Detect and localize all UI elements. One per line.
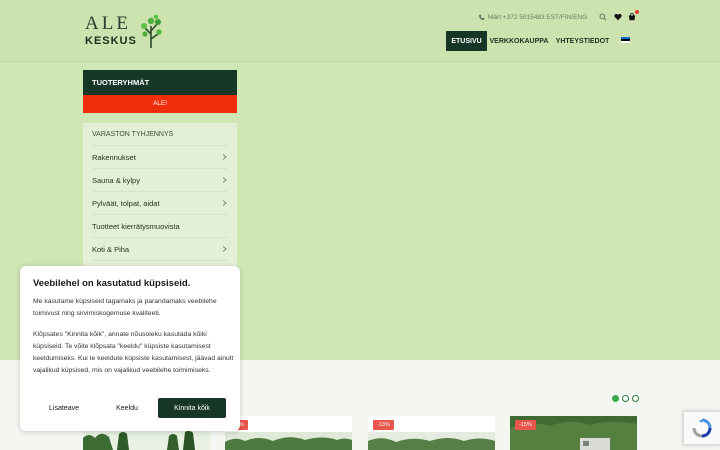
- carousel-dot[interactable]: [622, 395, 629, 402]
- nav-yhteystiedot[interactable]: YHTEYSTIEDOT: [555, 31, 610, 51]
- discount-badge: -15%: [515, 420, 536, 430]
- cookie-accept-all-button[interactable]: Kinnita kõik: [158, 398, 226, 418]
- carousel-dot[interactable]: [632, 395, 639, 402]
- search-icon[interactable]: [598, 12, 608, 22]
- chevron-right-icon: [220, 199, 228, 207]
- product-groups-heading: TUOTERYHMÄT: [83, 70, 237, 95]
- category-item-sauna-kylpy[interactable]: Sauna & kylpy: [92, 169, 228, 192]
- category-label: Tuotteet kierrätysmuovista: [92, 221, 180, 231]
- contact-info[interactable]: Märt +372 5015483 EST/FIN/ENG: [478, 14, 587, 21]
- chevron-right-icon: [220, 245, 228, 253]
- category-label: VARASTON TYHJENNYS: [92, 130, 174, 138]
- nav-etusivu[interactable]: ETUSIVU: [446, 31, 487, 51]
- chevron-right-icon: [220, 153, 228, 161]
- cookie-decline-button[interactable]: Keeldu: [96, 398, 158, 418]
- logo-text-bottom: KESKUS: [85, 35, 137, 47]
- category-label: Koti & Piha: [92, 244, 130, 254]
- heart-icon[interactable]: [613, 12, 623, 22]
- cookie-more-info-button[interactable]: Lisateave: [33, 398, 95, 418]
- cookie-consent-dialog: Veebilehel on kasutatud küpsiseid. Me ka…: [20, 266, 240, 431]
- category-item-pylvaat[interactable]: Pylväät, tolpat, aidat: [92, 192, 228, 215]
- estonia-flag-icon[interactable]: [621, 37, 630, 43]
- product-card[interactable]: -15%: [510, 416, 637, 450]
- cookie-title: Veebilehel on kasutatud küpsiseid.: [33, 278, 191, 289]
- carousel-dot[interactable]: [612, 395, 619, 402]
- product-card[interactable]: -13%: [368, 416, 495, 450]
- recaptcha-badge[interactable]: [683, 411, 720, 445]
- category-item-rakennukset[interactable]: Rakennukset: [92, 146, 228, 169]
- site-header: ALE KESKUS Märt +372 5015483 EST/FIN/ENG…: [0, 0, 720, 62]
- nav-verkkokauppa[interactable]: VERKKOKAUPPA: [490, 31, 549, 51]
- cart-icon[interactable]: [627, 10, 639, 22]
- category-item-kierratysmuovi[interactable]: Tuotteet kierrätysmuovista: [92, 215, 228, 238]
- contact-text: Märt +372 5015483 EST/FIN/ENG: [488, 14, 588, 21]
- category-label: Rakennukset: [92, 152, 136, 162]
- product-card[interactable]: -2%: [225, 416, 352, 450]
- sale-link[interactable]: ALE!: [83, 95, 237, 113]
- product-image: [83, 430, 210, 450]
- logo-text-top: ALE: [85, 13, 131, 34]
- category-label: Pylväät, tolpat, aidat: [92, 198, 160, 208]
- recaptcha-icon: [692, 418, 712, 438]
- category-item-koti-piha[interactable]: Koti & Piha: [92, 238, 228, 261]
- category-item-varaston-tyhjennys[interactable]: VARASTON TYHJENNYS: [92, 123, 228, 146]
- product-image: [225, 432, 352, 450]
- category-label: Sauna & kylpy: [92, 175, 140, 185]
- carousel-pagination: [612, 395, 639, 402]
- chevron-right-icon: [220, 176, 228, 184]
- cookie-consent-details: Klõpsates "Kinnita kõik", annate nõusole…: [33, 331, 234, 374]
- phone-icon: [478, 14, 485, 21]
- discount-badge: -13%: [373, 420, 394, 430]
- cart-count-badge: [635, 10, 639, 14]
- tree-logo-icon: [141, 14, 162, 48]
- product-image: [368, 432, 495, 450]
- cookie-description: Me kasutame küpsiseid tagamaks ja parand…: [33, 298, 217, 317]
- site-logo[interactable]: ALE KESKUS: [85, 14, 165, 50]
- category-list: VARASTON TYHJENNYS Rakennukset Sauna & k…: [83, 123, 237, 273]
